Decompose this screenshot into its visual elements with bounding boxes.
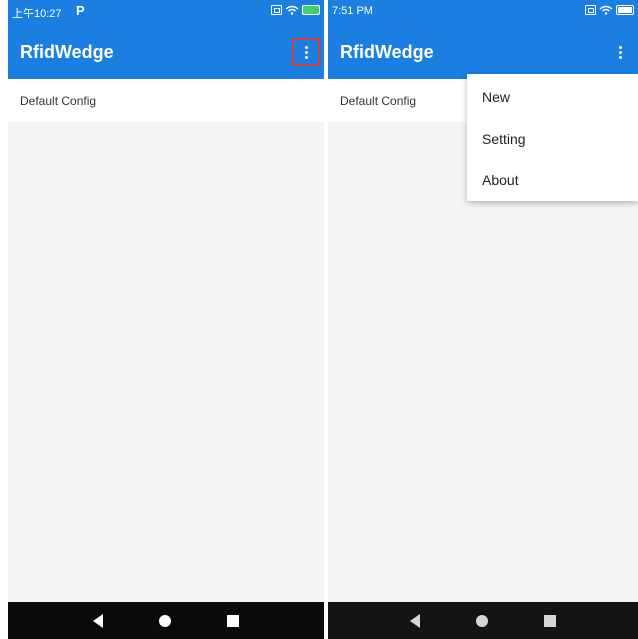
status-icons [271,5,320,15]
menu-item-about[interactable]: About [467,159,638,201]
menu-item-new[interactable]: New [467,76,638,118]
wifi-icon [599,5,613,15]
menu-item-setting[interactable]: Setting [467,118,638,160]
status-time: 7:51 PM [332,5,373,17]
back-icon[interactable] [410,613,420,628]
navigation-bar [328,602,638,639]
app-title: RfidWedge [340,42,434,62]
home-icon[interactable] [159,614,171,627]
screen-icon [271,5,282,15]
recents-icon[interactable] [544,614,556,627]
screen-icon [585,5,596,15]
more-vert-icon [618,45,622,59]
battery-icon [302,5,320,15]
status-bar: 7:51 PM [328,0,638,22]
home-icon[interactable] [476,614,488,627]
status-notification-icon: P [76,3,85,18]
recents-icon[interactable] [227,614,239,627]
back-icon[interactable] [93,613,103,628]
config-label: Default Config [20,94,97,108]
overflow-menu-button[interactable] [606,38,634,66]
left-phone-screen: 上午10:27 P RfidWedge Default Config [8,0,324,639]
app-bar: RfidWedge [8,22,324,79]
right-phone-screen: 7:51 PM RfidWedge Default Config New Set… [328,0,638,639]
config-label: Default Config [340,94,417,108]
status-bar: 上午10:27 P [8,0,324,22]
battery-icon [616,5,634,15]
overflow-menu-button[interactable] [292,38,320,66]
app-bar: RfidWedge [328,22,638,79]
status-time: 上午10:27 [12,8,62,20]
wifi-icon [285,5,299,15]
app-title: RfidWedge [20,42,114,62]
status-icons [585,5,634,15]
overflow-popup-menu: New Setting About [467,74,638,201]
navigation-bar [8,602,324,639]
more-vert-icon [304,45,308,59]
config-list-item[interactable]: Default Config [8,79,324,122]
